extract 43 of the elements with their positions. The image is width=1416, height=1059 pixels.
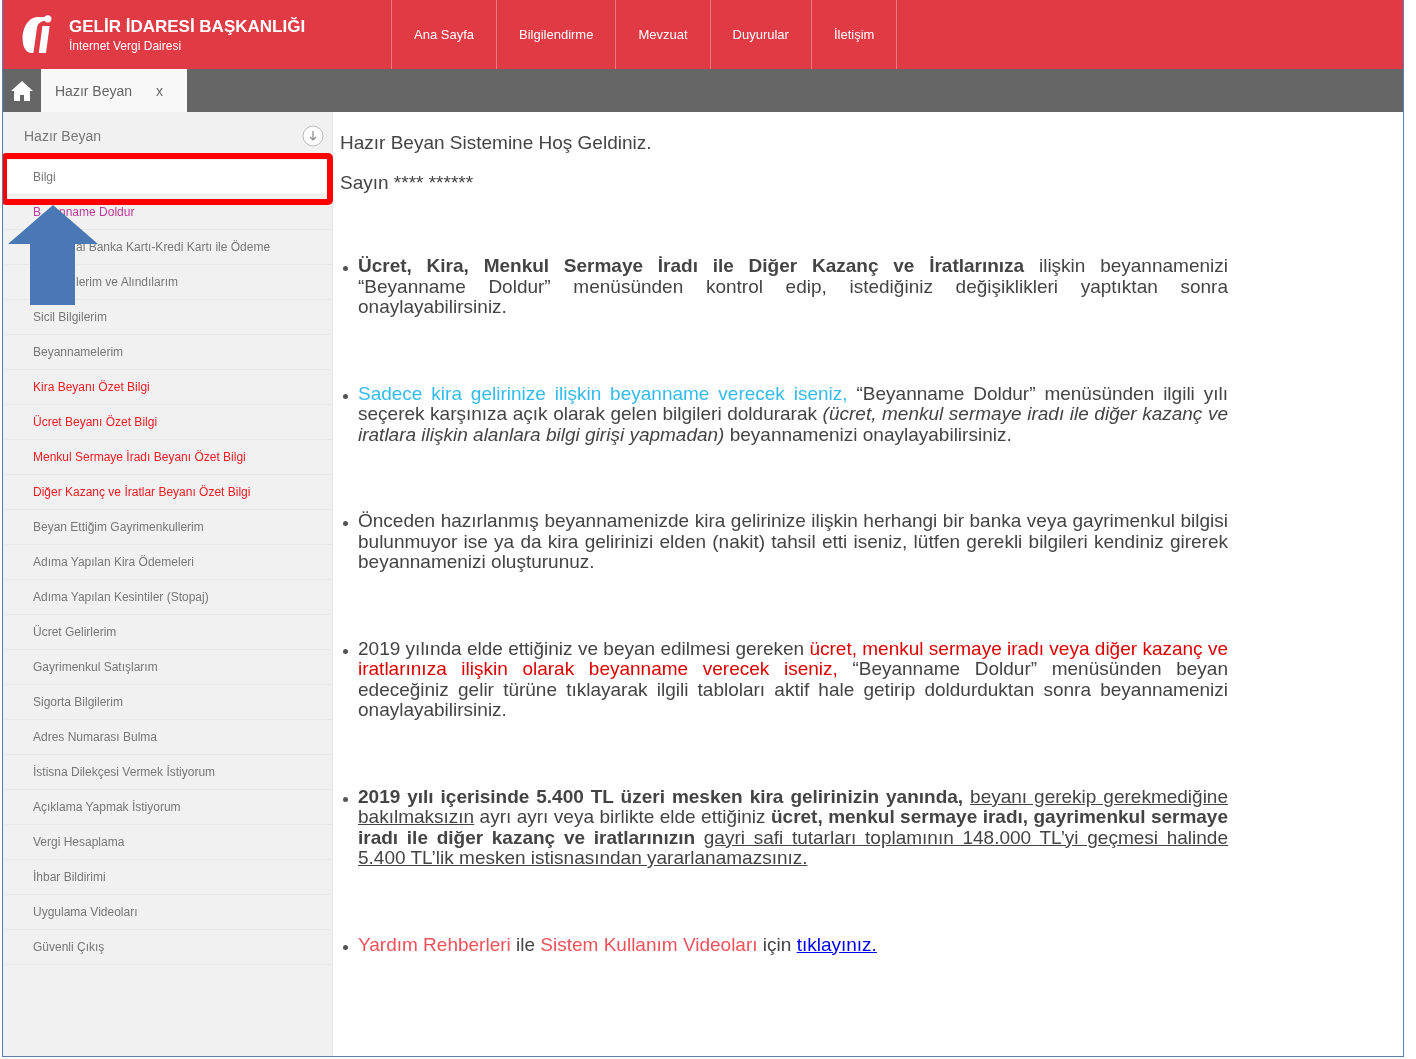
sidebar-title: Hazır Beyan (24, 128, 102, 144)
bullet-icon (343, 266, 348, 271)
info-paragraph: Sadece kira gelirinize ilişkin beyanname verecek iseniz, “Beyanname Doldur” menüsünden ilgili yılı seçerek karşınıza açık olarak gelen bilgileri doldurarak (ücret, menkul sermaye iradı ile diğer kazanç ve iratlara ilişkin alanlara bilgi girişi yapmadan) beyannamenizi onaylayabilirsiniz. (358, 383, 1228, 445)
sidebar-item[interactable]: lerim ve Alındılarım (76, 275, 179, 289)
sidebar-item[interactable]: B (33, 205, 41, 219)
sidebar-item[interactable]: Menkul Sermaye İradı Beyanı Özet Bilgi (3, 440, 332, 475)
info-paragraph: Önceden hazırlanmış beyannamenizde kira gelirinize ilişkin herhangi bir banka veya gayrimenkul bilgisi bulunmuyor ise ya da kira gelirinizi elden (nakit) tahsil etti iseniz, lütfen gerekli bilgileri kendiniz girerek beyannamenizi oluşturunuz. (358, 511, 1228, 573)
sidebar-item[interactable]: Adıma Yapılan Kesintiler (Stopaj) (3, 580, 332, 615)
sidebar-item[interactable]: Açıklama Yapmak İstiyorum (3, 790, 332, 825)
sidebar-item[interactable]: Adıma Yapılan Kira Ödemeleri (3, 545, 332, 580)
info-paragraph: Ücret, Kira, Menkul Sermaye İradı ile Diğer Kazanç ve İratlarınıza ilişkin beyannamenizi “Beyanname Doldur” menüsünden kontrol edip, istediğiniz değişiklikleri yaptıktan sonra onaylayabilirsiniz. (358, 256, 1228, 318)
sidebar-item[interactable]: Ücret Beyanı Özet Bilgi (3, 405, 332, 440)
sidebar-item[interactable]: İhbar Bildirimi (3, 860, 332, 895)
home-icon[interactable] (9, 79, 35, 102)
sidebar-item[interactable]: Uygulama Videoları (3, 895, 332, 930)
sidebar-item[interactable]: Beyan Ettiğim Gayrimenkullerim (3, 510, 332, 545)
tab[interactable]: Hazır Beyan x (41, 69, 188, 112)
sidebar-item[interactable]: Gayrimenkul Satışlarım (3, 650, 332, 685)
bullet-icon (343, 796, 348, 802)
bullet-icon (343, 648, 348, 654)
info-paragraph: 2019 yılında elde ettiğiniz ve beyan edilmesi gereken ücret, menkul sermaye iradı veya diğer kazanç ve iratlarınıza ilişkin olarak beyanname verecek iseniz, “Beyanname Doldur” menüsünden beyan edeceğiniz gelir türüne tıklayarak ilgili tabloları aktif hale getirip doldurduktan sonra beyannamenizi onaylayabilirsiniz. (358, 638, 1228, 721)
sidebar-item[interactable]: Vergi Hesaplama (3, 825, 332, 860)
tab-label: Hazır Beyan (55, 82, 133, 99)
bullet-icon (343, 521, 348, 526)
greeting: Sayın **** ****** (340, 172, 475, 194)
site-title: GELİR İDARESİ BAŞKANLIĞI (69, 16, 306, 37)
sidebar-item[interactable]: Diğer Kazanç ve İratlar Beyanı Özet Bilgi (3, 475, 332, 510)
link[interactable]: tıklayınız. (796, 933, 877, 955)
sidebar-item[interactable]: nname Doldur (59, 205, 135, 219)
sidebar-item[interactable]: Beyannamelerim (3, 335, 332, 370)
bullet-icon (343, 393, 348, 399)
sidebar-item[interactable]: Ücret Gelirlerim (3, 615, 332, 650)
sidebar-item[interactable]: Kira Beyanı Özet Bilgi (3, 370, 332, 405)
bullet-icon (343, 944, 348, 950)
page-heading: Hazır Beyan Sistemine Hoş Geldiniz. (340, 132, 653, 154)
site-subtitle: İnternet Vergi Dairesi (69, 38, 183, 53)
sidebar-item[interactable]: İstisna Dilekçesi Vermek İstiyorum (3, 755, 332, 790)
tab-close[interactable]: x (156, 82, 164, 99)
info-paragraph: Yardım Rehberleri ile Sistem Kullanım Videoları için tıklayınız. (358, 934, 878, 955)
sidebar-item[interactable]: Sigorta Bilgilerim (3, 685, 332, 720)
sidebar-item[interactable]: Adres Numarası Bulma (3, 720, 332, 755)
sidebar-item[interactable]: Güvenli Çıkış (3, 930, 332, 965)
info-paragraph: 2019 yılı içerisinde 5.400 TL üzeri mesken kira gelirinizin yanında, beyanı gerekip gerekmediğine bakılmaksızın ayrı ayrı veya birlikte elde ettiğiniz ücret, menkul sermaye iradı, gayrimenkul sermaye iradı ile diğer kazanç ve iratlarınızın gayri safi tutarları toplamının 148.000 TL’yi geçmesi halinde 5.400 TL’lik mesken istisnasından yararlanamazsınız. (358, 786, 1228, 869)
